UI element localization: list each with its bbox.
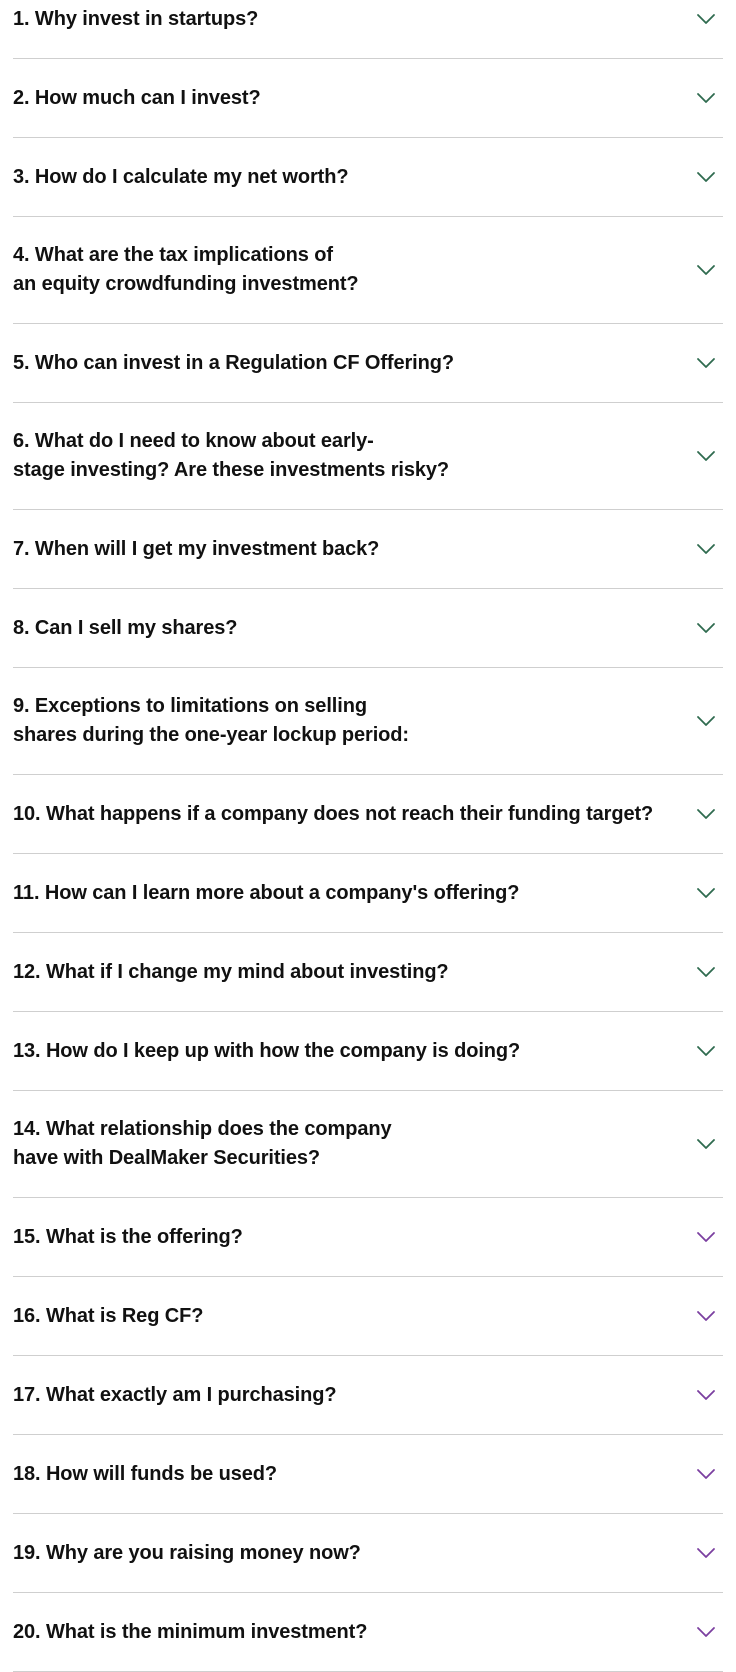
faq-item-3[interactable]: 3. How do I calculate my net worth? <box>13 138 723 217</box>
faq-item-2[interactable]: 2. How much can I invest? <box>13 59 723 138</box>
faq-item-13[interactable]: 13. How do I keep up with how the compan… <box>13 1012 723 1091</box>
faq-item-15[interactable]: 15. What is the offering? <box>13 1198 723 1277</box>
chevron-down-icon[interactable] <box>695 1467 717 1481</box>
chevron-down-icon[interactable] <box>695 356 717 370</box>
faq-question: 19. Why are you raising money now? <box>13 1541 361 1564</box>
faq-item-6[interactable]: 6. What do I need to know about early- s… <box>13 403 723 510</box>
faq-question: 17. What exactly am I purchasing? <box>13 1383 337 1406</box>
faq-item-12[interactable]: 12. What if I change my mind about inves… <box>13 933 723 1012</box>
faq-item-19[interactable]: 19. Why are you raising money now? <box>13 1514 723 1593</box>
faq-question: 18. How will funds be used? <box>13 1462 277 1485</box>
chevron-down-icon[interactable] <box>695 965 717 979</box>
faq-question: 15. What is the offering? <box>13 1225 243 1248</box>
faq-question: 2. How much can I invest? <box>13 86 261 109</box>
faq-item-8[interactable]: 8. Can I sell my shares? <box>13 589 723 668</box>
faq-item-11[interactable]: 11. How can I learn more about a company… <box>13 854 723 933</box>
faq-question: 14. What relationship does the company h… <box>13 1118 392 1169</box>
chevron-down-icon[interactable] <box>695 714 717 728</box>
faq-question: 8. Can I sell my shares? <box>13 616 238 639</box>
faq-question: 13. How do I keep up with how the compan… <box>13 1039 521 1062</box>
chevron-down-icon[interactable] <box>695 263 717 277</box>
faq-item-4[interactable]: 4. What are the tax implications of an e… <box>13 217 723 324</box>
faq-question: 9. Exceptions to limitations on selling … <box>13 695 409 746</box>
chevron-down-icon[interactable] <box>695 807 717 821</box>
chevron-down-icon[interactable] <box>695 170 717 184</box>
chevron-down-icon[interactable] <box>695 12 717 26</box>
faq-item-7[interactable]: 7. When will I get my investment back? <box>13 510 723 589</box>
faq-item-5[interactable]: 5. Who can invest in a Regulation CF Off… <box>13 324 723 403</box>
chevron-down-icon[interactable] <box>695 1388 717 1402</box>
faq-item-10[interactable]: 10. What happens if a company does not r… <box>13 775 723 854</box>
faq-question: 20. What is the minimum investment? <box>13 1620 368 1643</box>
faq-item-16[interactable]: 16. What is Reg CF? <box>13 1277 723 1356</box>
faq-item-14[interactable]: 14. What relationship does the company h… <box>13 1091 723 1198</box>
chevron-down-icon[interactable] <box>695 1625 717 1639</box>
faq-question: 16. What is Reg CF? <box>13 1304 204 1327</box>
chevron-down-icon[interactable] <box>695 1546 717 1560</box>
faq-question: 10. What happens if a company does not r… <box>13 802 654 825</box>
faq-question: 12. What if I change my mind about inves… <box>13 960 449 983</box>
chevron-down-icon[interactable] <box>695 1137 717 1151</box>
faq-question: 3. How do I calculate my net worth? <box>13 165 349 188</box>
chevron-down-icon[interactable] <box>695 542 717 556</box>
faq-item-17[interactable]: 17. What exactly am I purchasing? <box>13 1356 723 1435</box>
faq-item-18[interactable]: 18. How will funds be used? <box>13 1435 723 1514</box>
chevron-down-icon[interactable] <box>695 91 717 105</box>
faq-question: 6. What do I need to know about early- s… <box>13 430 450 481</box>
chevron-down-icon[interactable] <box>695 621 717 635</box>
faq-question: 4. What are the tax implications of an e… <box>13 244 359 295</box>
chevron-down-icon[interactable] <box>695 1044 717 1058</box>
faq-question: 1. Why invest in startups? <box>13 7 259 30</box>
faq-question: 7. When will I get my investment back? <box>13 537 380 560</box>
faq-accordion: 1. Why invest in startups? 2. How much ca… <box>0 0 736 1672</box>
faq-question: 5. Who can invest in a Regulation CF Off… <box>13 351 454 374</box>
faq-item-1[interactable]: 1. Why invest in startups? <box>13 0 723 59</box>
chevron-down-icon[interactable] <box>695 886 717 900</box>
faq-item-20[interactable]: 20. What is the minimum investment? <box>13 1593 723 1672</box>
chevron-down-icon[interactable] <box>695 1230 717 1244</box>
faq-item-9[interactable]: 9. Exceptions to limitations on selling … <box>13 668 723 775</box>
faq-question: 11. How can I learn more about a company… <box>13 881 520 904</box>
chevron-down-icon[interactable] <box>695 1309 717 1323</box>
chevron-down-icon[interactable] <box>695 449 717 463</box>
